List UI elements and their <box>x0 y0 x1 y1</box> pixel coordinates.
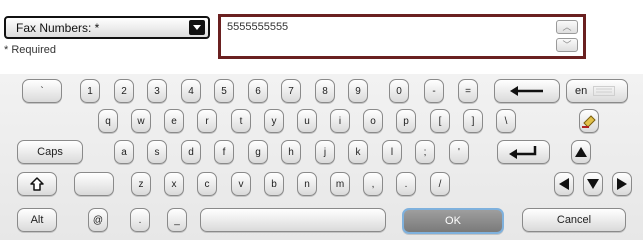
eraser-icon <box>581 113 597 129</box>
key-8[interactable]: 8 <box>315 79 335 103</box>
alt-key[interactable]: Alt <box>17 208 57 232</box>
key-x[interactable]: x <box>164 172 184 196</box>
chevron-down-icon: ﹀ <box>562 40 572 50</box>
key-4[interactable]: 4 <box>181 79 201 103</box>
key-comma[interactable]: , <box>363 172 383 196</box>
key-o[interactable]: o <box>363 109 383 133</box>
key-p[interactable]: p <box>396 109 416 133</box>
key-apostrophe[interactable]: ' <box>449 140 469 164</box>
key-c[interactable]: c <box>197 172 217 196</box>
backspace-key[interactable] <box>494 79 560 103</box>
key-k[interactable]: k <box>348 140 368 164</box>
triangle-right-icon <box>617 178 627 190</box>
key-g[interactable]: g <box>248 140 268 164</box>
caps-key[interactable]: Caps <box>17 140 83 164</box>
key-6[interactable]: 6 <box>248 79 268 103</box>
key-t[interactable]: t <box>231 109 251 133</box>
key-dot[interactable]: . <box>130 208 150 232</box>
key-r[interactable]: r <box>197 109 217 133</box>
key-f[interactable]: f <box>214 140 234 164</box>
key-u[interactable]: u <box>297 109 317 133</box>
key-right-bracket[interactable]: ] <box>463 109 483 133</box>
key-slash[interactable]: / <box>430 172 450 196</box>
fax-numbers-dropdown[interactable]: Fax Numbers: * <box>4 16 210 39</box>
key-e[interactable]: e <box>164 109 184 133</box>
key-h[interactable]: h <box>281 140 301 164</box>
scroll-up-button[interactable]: ︿ <box>556 20 578 34</box>
key-0[interactable]: 0 <box>389 79 409 103</box>
fax-keyboard-screen: Fax Numbers: * * Required 5555555555 ︿ ﹀… <box>0 0 643 240</box>
fax-numbers-label: Fax Numbers: * <box>16 21 100 35</box>
keyboard-icon <box>593 86 616 96</box>
key-left-bracket[interactable]: [ <box>430 109 450 133</box>
key-i[interactable]: i <box>330 109 350 133</box>
enter-key[interactable] <box>497 140 550 164</box>
key-d[interactable]: d <box>181 140 201 164</box>
shift-arrow-icon <box>30 177 44 191</box>
space-bar[interactable] <box>200 208 386 232</box>
key-at[interactable]: @ <box>88 208 108 232</box>
clear-button[interactable] <box>579 109 599 133</box>
blank-key[interactable] <box>74 172 114 196</box>
arrow-down-key[interactable] <box>583 172 603 196</box>
backspace-arrow-icon <box>510 86 544 96</box>
arrow-right-key[interactable] <box>612 172 632 196</box>
triangle-left-icon <box>559 178 569 190</box>
ok-button[interactable]: OK <box>402 208 504 234</box>
keyboard-area: ` 1 2 3 4 5 6 7 8 9 0 - = en q w e r t y <box>0 74 643 240</box>
key-m[interactable]: m <box>330 172 350 196</box>
key-a[interactable]: a <box>114 140 134 164</box>
key-7[interactable]: 7 <box>281 79 301 103</box>
fax-number-value: 5555555555 <box>227 21 289 33</box>
key-minus[interactable]: - <box>424 79 444 103</box>
key-underscore[interactable]: _ <box>167 208 187 232</box>
arrow-left-key[interactable] <box>554 172 574 196</box>
key-5[interactable]: 5 <box>214 79 234 103</box>
key-z[interactable]: z <box>131 172 151 196</box>
triangle-up-icon <box>575 147 587 157</box>
shift-key[interactable] <box>17 172 57 196</box>
required-note: * Required <box>4 44 56 56</box>
key-period[interactable]: . <box>396 172 416 196</box>
key-v[interactable]: v <box>231 172 251 196</box>
arrow-up-key[interactable] <box>571 140 591 164</box>
language-label: en <box>575 85 588 97</box>
key-2[interactable]: 2 <box>114 79 134 103</box>
key-j[interactable]: j <box>315 140 335 164</box>
key-3[interactable]: 3 <box>147 79 167 103</box>
key-semicolon[interactable]: ; <box>415 140 435 164</box>
key-backslash[interactable]: \ <box>496 109 516 133</box>
key-9[interactable]: 9 <box>348 79 368 103</box>
dropdown-arrow-icon <box>189 20 205 35</box>
key-y[interactable]: y <box>264 109 284 133</box>
key-n[interactable]: n <box>297 172 317 196</box>
fax-number-input[interactable]: 5555555555 ︿ ﹀ <box>218 14 586 59</box>
language-key[interactable]: en <box>566 79 628 103</box>
input-header: Fax Numbers: * * Required 5555555555 ︿ ﹀ <box>0 0 643 74</box>
key-1[interactable]: 1 <box>80 79 100 103</box>
cancel-button[interactable]: Cancel <box>522 208 626 232</box>
enter-arrow-icon <box>508 145 539 159</box>
key-w[interactable]: w <box>131 109 151 133</box>
key-l[interactable]: l <box>382 140 402 164</box>
chevron-up-icon: ︿ <box>562 22 572 32</box>
key-equals[interactable]: = <box>458 79 478 103</box>
triangle-down-icon <box>587 179 599 189</box>
key-b[interactable]: b <box>264 172 284 196</box>
key-q[interactable]: q <box>98 109 118 133</box>
key-s[interactable]: s <box>147 140 167 164</box>
scroll-down-button[interactable]: ﹀ <box>556 38 578 52</box>
key-backtick[interactable]: ` <box>22 79 62 103</box>
